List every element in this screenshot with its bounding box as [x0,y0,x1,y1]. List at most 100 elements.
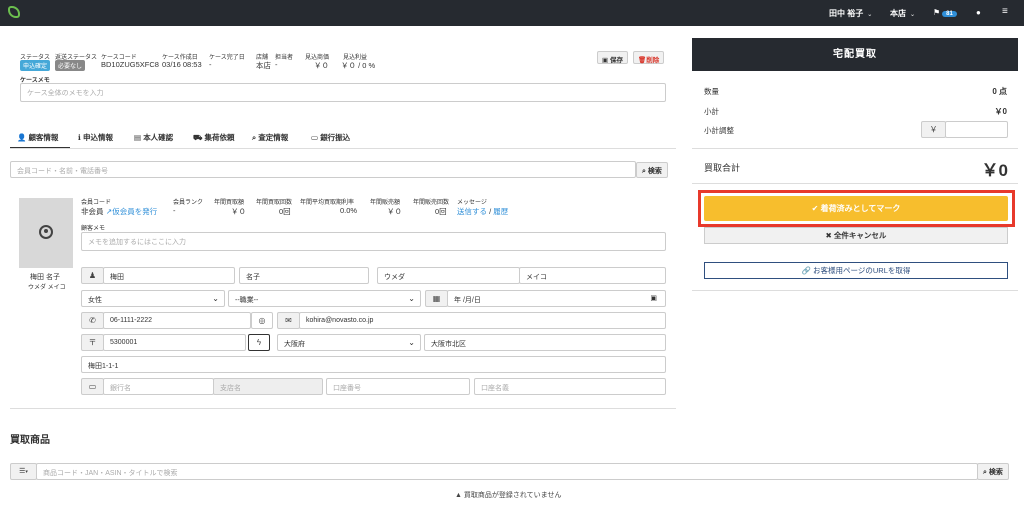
tab-label: 本人確認 [143,133,174,142]
phone-input[interactable]: 06-1111-2222 [103,312,251,329]
account-name-input[interactable]: 口座名義 [474,378,666,395]
total-value: ￥0 [981,161,1008,180]
est-profit-value: ￥０ / 0 % [341,61,376,70]
warning-icon: ▲ [455,492,462,499]
store-menu[interactable]: 本店 ⌄ [890,8,915,19]
issue-temp-member-label: 仮会員を発行 [112,207,158,216]
summary-divider [692,148,1018,149]
call-icon[interactable]: ◎ [251,312,273,329]
user-menu[interactable]: 田中 裕子 ⌄ [829,8,872,19]
close-icon: ✖ [825,231,832,240]
currency-addon: ￥ [921,121,946,138]
avatar [19,198,73,268]
return-status-badge[interactable]: 必要なし [55,60,86,71]
product-search-button[interactable]: ⌕ 検索 [977,463,1009,480]
branch-name-input[interactable]: 支店名 [213,378,323,395]
issue-temp-member-link[interactable]: ↗仮会員を発行 [106,206,157,217]
search-icon: ⌕ [983,469,987,476]
prefecture-value: 大阪府 [284,341,305,348]
store-name: 本店 [890,9,906,18]
product-search-input[interactable]: 商品コード・JAN・ASIN・タイトルで検索 [36,463,978,480]
truck-icon: ⛟ [193,133,203,142]
customer-display-kana: ウメダ メイコ [28,285,66,291]
tab-label: 査定情報 [258,133,289,142]
prefecture-select[interactable]: 大阪府 ⌄ [277,334,421,351]
search-icon: ⌕ [642,168,646,175]
chat-button[interactable]: ● [976,8,981,17]
sales-amount-header: 年間販売額 [370,200,401,206]
summary-title: 宅配買取 [692,38,1018,71]
member-code-header: 会員コード [81,200,112,206]
city-input[interactable]: 大阪市北区 [424,334,666,351]
qty-value: 0 点 [992,87,1007,96]
chevron-down-icon: ⌄ [408,338,415,347]
tab-label: 顧客情報 [28,133,59,142]
top-navbar: 田中 裕子 ⌄ 本店 ⌄ ⚑ 81 ● ≡ [0,0,1024,26]
account-number-input[interactable]: 口座番号 [326,378,470,395]
calendar-icon[interactable]: ▣ [650,294,657,302]
tab-application-info[interactable]: ℹ 申込情報 [78,132,113,143]
tab-appraisal-info[interactable]: ⌕ 査定情報 [252,132,288,143]
gender-value: 女性 [88,297,102,304]
gender-select[interactable]: 女性 ⌄ [81,290,225,307]
annual-amount-header: 年間買取額 [214,200,245,206]
get-customer-url-button[interactable]: 🔗 お客様用ページのURLを取得 [704,262,1008,279]
tab-label: 集荷依頼 [204,133,235,142]
tab-customer-info[interactable]: 👤 顧客情報 [17,132,58,143]
app-logo-icon[interactable] [8,6,20,18]
notifications-button[interactable]: ⚑ 81 [933,8,957,17]
person-icon: ♟ [81,267,104,284]
first-kana-input[interactable]: メイコ [519,267,666,284]
avg-rate-value: 0.0% [340,206,358,215]
lightning-icon[interactable]: ϟ [248,334,270,351]
filter-dropdown[interactable]: ☰▾ [10,463,37,480]
occupation-value: --職業-- [235,297,259,304]
chevron-down-icon: ⌄ [867,12,873,18]
case-memo-input[interactable]: ケース全体のメモを入力 [20,83,666,102]
tab-identity-check[interactable]: ▤ 本人確認 [134,132,173,143]
user-circle-icon [39,225,53,239]
menu-button[interactable]: ≡ [1002,6,1008,17]
flag-icon: ⚑ [933,8,941,17]
save-button[interactable]: ▣ 保存 [597,51,628,64]
last-name-input[interactable]: 梅田 [103,267,235,284]
avg-rate-header: 年間平均買取期利率 [300,200,355,206]
first-name-input[interactable]: 名子 [239,267,369,284]
total-label: 買取合計 [704,163,741,173]
subtotal-adjust-input[interactable] [945,121,1008,138]
send-message-link[interactable]: 送信する [457,207,487,216]
bank-name-input[interactable]: 銀行名 [103,378,214,395]
status-badge[interactable]: 申込確定 [20,60,51,71]
caret-down-icon: ▾ [25,469,28,475]
products-empty-message: ▲ 買取商品が登録されていません [455,490,561,500]
section-divider [10,408,676,409]
tab-pickup-request[interactable]: ⛟ 集荷依頼 [193,132,235,143]
tabs-divider [10,148,676,149]
link-icon: 🔗 [801,266,811,275]
get-url-label: お客様用ページのURLを取得 [813,266,911,275]
completed-header: ケース完了日 [209,55,245,61]
delete-button-label: 削除 [646,57,660,64]
save-icon: ▣ [602,57,609,64]
customer-memo-input[interactable]: メモを追加するにはここに入力 [81,232,666,251]
qty-label: 数量 [704,87,719,96]
delete-button[interactable]: 🗑削除 [633,51,665,64]
message-history-link[interactable]: 履歴 [493,207,508,216]
cancel-all-button[interactable]: ✖ 全件キャンセル [704,227,1008,244]
mark-arrived-button[interactable]: ✔ 着荷済みとしてマーク [704,196,1008,221]
summary-divider [692,290,1018,291]
email-input[interactable]: kohira@novasto.co.jp [299,312,666,329]
hamburger-icon: ≡ [1002,6,1008,17]
bank-icon: ▭ [311,133,319,142]
user-name: 田中 裕子 [829,9,864,18]
last-kana-input[interactable]: ウメダ [377,267,520,284]
birthday-input[interactable]: 年 /月/日 ▣ [447,290,666,307]
address-input[interactable]: 梅田1-1-1 [81,356,666,373]
tab-bank-transfer[interactable]: ▭ 銀行振込 [311,132,350,143]
occupation-select[interactable]: --職業-- ⌄ [228,290,421,307]
customer-search-button[interactable]: ⌕ 検索 [636,162,668,178]
case-code: BD10ZUG5XFC8 [101,60,159,69]
sales-count-value: 0回 [435,207,447,216]
postal-input[interactable]: 5300001 [103,334,246,351]
customer-search-input[interactable]: 会員コード・名前・電話番号 [10,161,636,178]
